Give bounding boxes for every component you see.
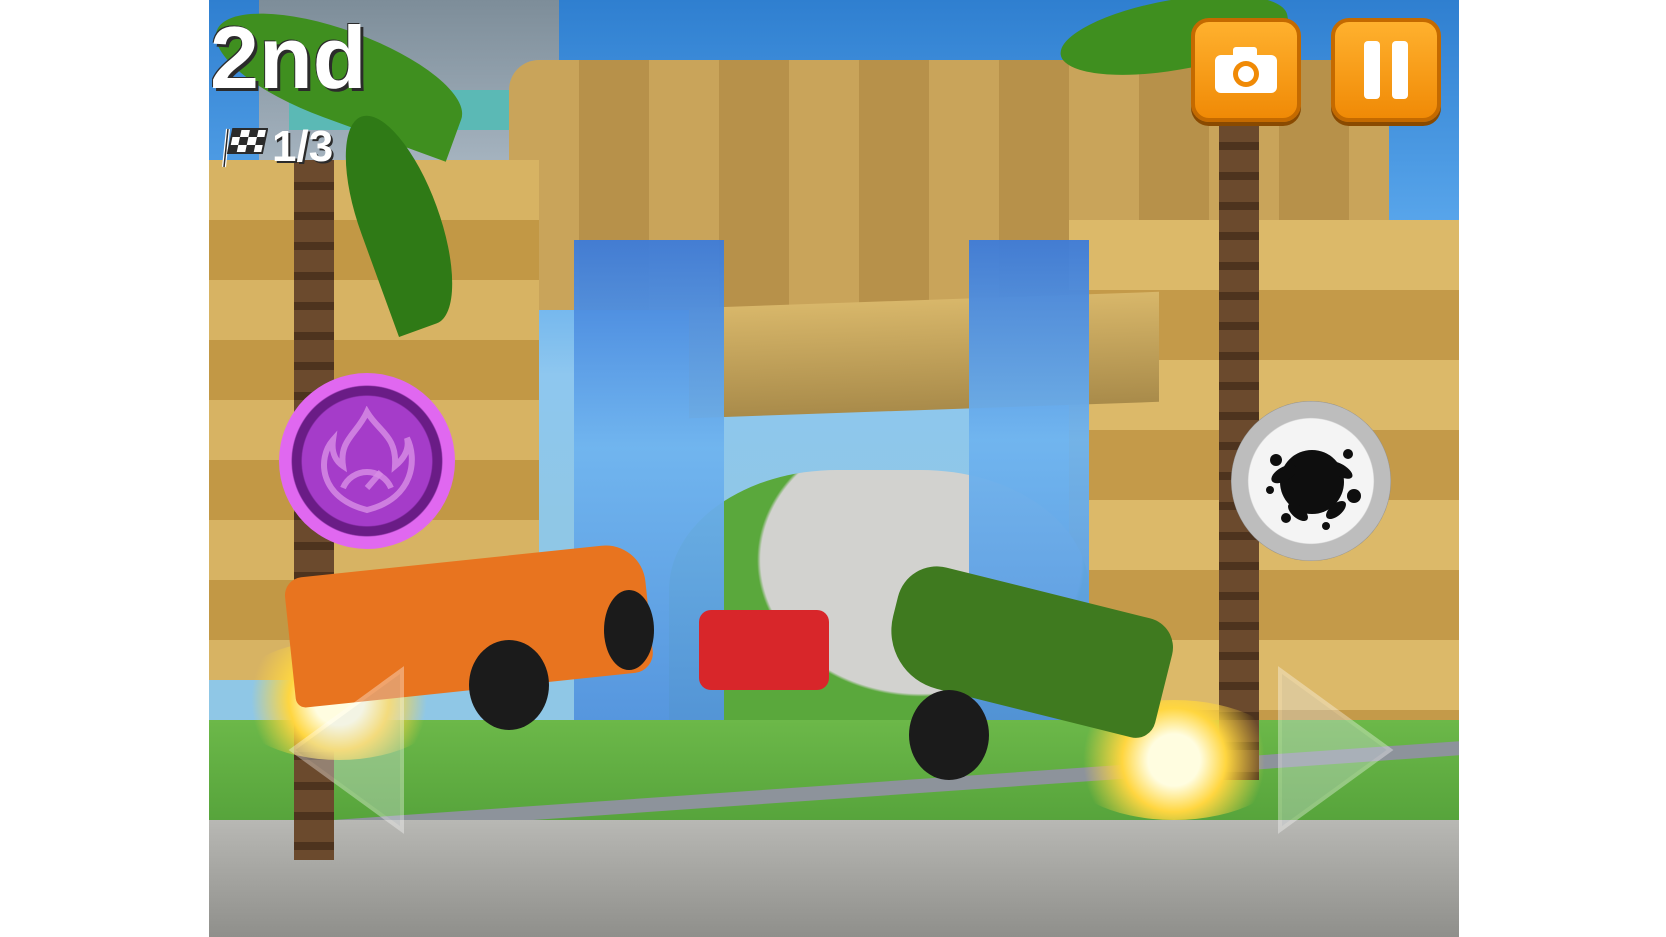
pause-button[interactable] [1331, 18, 1441, 122]
steer-right-button[interactable] [1270, 660, 1420, 840]
nitro-powerup-button[interactable] [279, 373, 455, 549]
checkered-flag-icon [222, 128, 268, 168]
steer-left-button[interactable] [262, 660, 412, 840]
car-wheel [909, 690, 989, 780]
race-position: 2nd [210, 8, 367, 107]
pause-icon [1364, 41, 1408, 99]
car-wheel [604, 590, 654, 670]
camera-icon [1215, 47, 1277, 93]
camera-button[interactable] [1191, 18, 1301, 122]
car-wheel [469, 640, 549, 730]
oil-slick-icon [1266, 449, 1361, 530]
steer-left-arrow-icon [288, 666, 404, 834]
palm-tree-trunk-right [1219, 60, 1259, 780]
lap-counter-text: 1/3 [272, 122, 334, 171]
steer-right-arrow-icon [1278, 666, 1394, 834]
lap-counter: 1/3 [222, 122, 333, 172]
nitro-boost-icon [321, 406, 415, 514]
oil-slick-weapon-button[interactable] [1231, 401, 1391, 561]
rival-car-red [699, 610, 829, 690]
